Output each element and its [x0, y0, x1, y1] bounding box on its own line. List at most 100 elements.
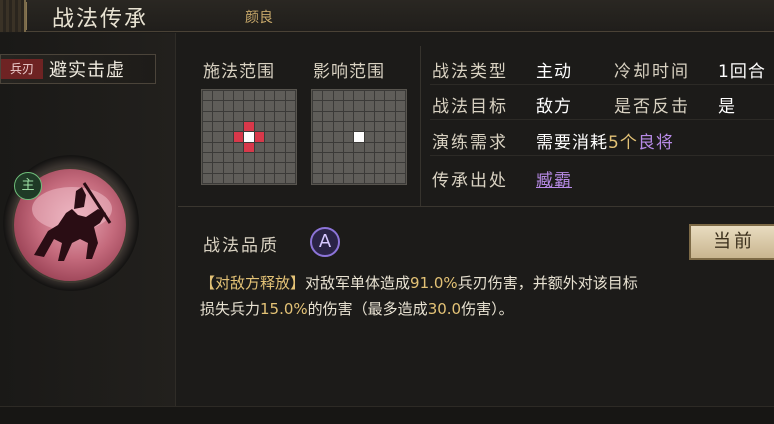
grid-cell	[323, 121, 333, 132]
skill-description: 【对敌方释放】对敌军单体造成91.0%兵刃伤害，并额外对该目标 损失兵力15.0…	[200, 270, 774, 322]
grid-cell	[203, 173, 213, 183]
grid-cell	[254, 101, 264, 111]
grid-cell	[343, 142, 354, 152]
header-ornament	[0, 0, 26, 32]
grid-cell	[213, 91, 223, 101]
training-requirement-label: 演练需求	[432, 133, 508, 153]
grid-cell	[275, 163, 285, 173]
grid-cell	[385, 91, 395, 101]
training-count: 5个	[608, 133, 638, 153]
skill-name-plate[interactable]: 兵刃 避实击虚	[0, 54, 156, 84]
training-item-link[interactable]: 良将	[638, 133, 674, 153]
main-skill-badge: 主	[14, 172, 42, 200]
grid-cell	[203, 163, 213, 173]
grid-cell	[275, 91, 285, 101]
training-requirement-value: 需要消耗5个良将	[536, 128, 674, 153]
grid-cell	[203, 132, 213, 142]
damage-rate: 91.0%	[410, 274, 458, 292]
grid-cell	[385, 163, 395, 173]
grid-cell	[343, 111, 354, 121]
grid-cell	[223, 152, 233, 163]
header-corner	[26, 2, 34, 30]
grid-cell	[333, 132, 343, 142]
grid-cell	[223, 121, 233, 132]
grid-cell	[244, 173, 254, 183]
grid-cell	[364, 163, 374, 173]
grid-cell	[364, 173, 374, 183]
grid-cell	[323, 91, 333, 101]
grid-cell	[254, 111, 264, 121]
skill-type-value: 主动	[536, 62, 572, 82]
grid-cell	[343, 121, 354, 132]
cast-range-label: 施法范围	[203, 62, 275, 82]
grid-cell	[313, 132, 323, 142]
effect-range-label: 影响范围	[313, 62, 385, 82]
grid-cell	[264, 91, 275, 101]
max-damage: 30.0	[427, 300, 462, 318]
grid-cell	[354, 111, 364, 121]
grid-cell	[233, 121, 244, 132]
grid-cell	[354, 91, 364, 101]
grid-cell	[203, 101, 213, 111]
grid-cell	[264, 132, 275, 142]
grid-cell	[374, 142, 385, 152]
grid-cell	[333, 142, 343, 152]
grid-cell	[244, 91, 254, 101]
grid-cell	[223, 111, 233, 121]
grid-cell	[275, 121, 285, 132]
current-button[interactable]: 当前	[689, 224, 774, 260]
grid-cell	[203, 142, 213, 152]
skill-target-value: 敌方	[536, 97, 572, 117]
grid-cell	[213, 121, 223, 132]
grid-cell	[285, 152, 295, 163]
grid-cell	[213, 111, 223, 121]
grid-cell	[313, 152, 323, 163]
skill-grade-badge: A	[310, 227, 340, 257]
grid-cell	[264, 173, 275, 183]
grid-cell	[244, 111, 254, 121]
grid-cell	[203, 111, 213, 121]
grid-cell	[223, 91, 233, 101]
inherit-source-link[interactable]: 臧霸	[536, 166, 572, 191]
grid-cell	[354, 163, 364, 173]
grid-cell	[264, 111, 275, 121]
grid-cell	[395, 173, 405, 183]
grid-cell	[333, 173, 343, 183]
grid-cell	[223, 173, 233, 183]
description-text: 兵刃伤害，并额外对该目标	[457, 274, 638, 292]
skill-type-tag: 兵刃	[1, 59, 43, 79]
grid-cell	[233, 152, 244, 163]
effect-range-grid	[311, 89, 407, 185]
grid-cell	[244, 152, 254, 163]
grid-cell	[223, 163, 233, 173]
grid-cell	[385, 132, 395, 142]
grid-cell	[313, 111, 323, 121]
cooldown-label: 冷却时间	[614, 62, 690, 82]
grid-cell	[395, 142, 405, 152]
description-text: 伤害）。	[461, 300, 514, 318]
page-title: 战法传承	[52, 7, 149, 32]
grid-cell	[244, 163, 254, 173]
grid-cell	[203, 121, 213, 132]
grid-cell	[254, 91, 264, 101]
grid-cell	[254, 121, 264, 132]
grid-cell	[374, 121, 385, 132]
grid-cell	[385, 121, 395, 132]
grid-cell	[354, 121, 364, 132]
grid-cell	[275, 152, 285, 163]
grid-cell	[285, 91, 295, 101]
grid-cell	[343, 132, 354, 142]
grid-cell	[333, 91, 343, 101]
bottom-bar	[0, 406, 774, 424]
skill-grade-label: 战法品质	[203, 236, 279, 256]
grid-cell	[364, 152, 374, 163]
grid-cell	[343, 101, 354, 111]
grid-cell	[233, 91, 244, 101]
grid-cell	[323, 142, 333, 152]
grid-cell	[385, 152, 395, 163]
grid-cell	[343, 91, 354, 101]
vertical-divider	[420, 46, 421, 206]
grid-cell	[275, 111, 285, 121]
grid-cell	[285, 101, 295, 111]
grid-cell	[264, 142, 275, 152]
